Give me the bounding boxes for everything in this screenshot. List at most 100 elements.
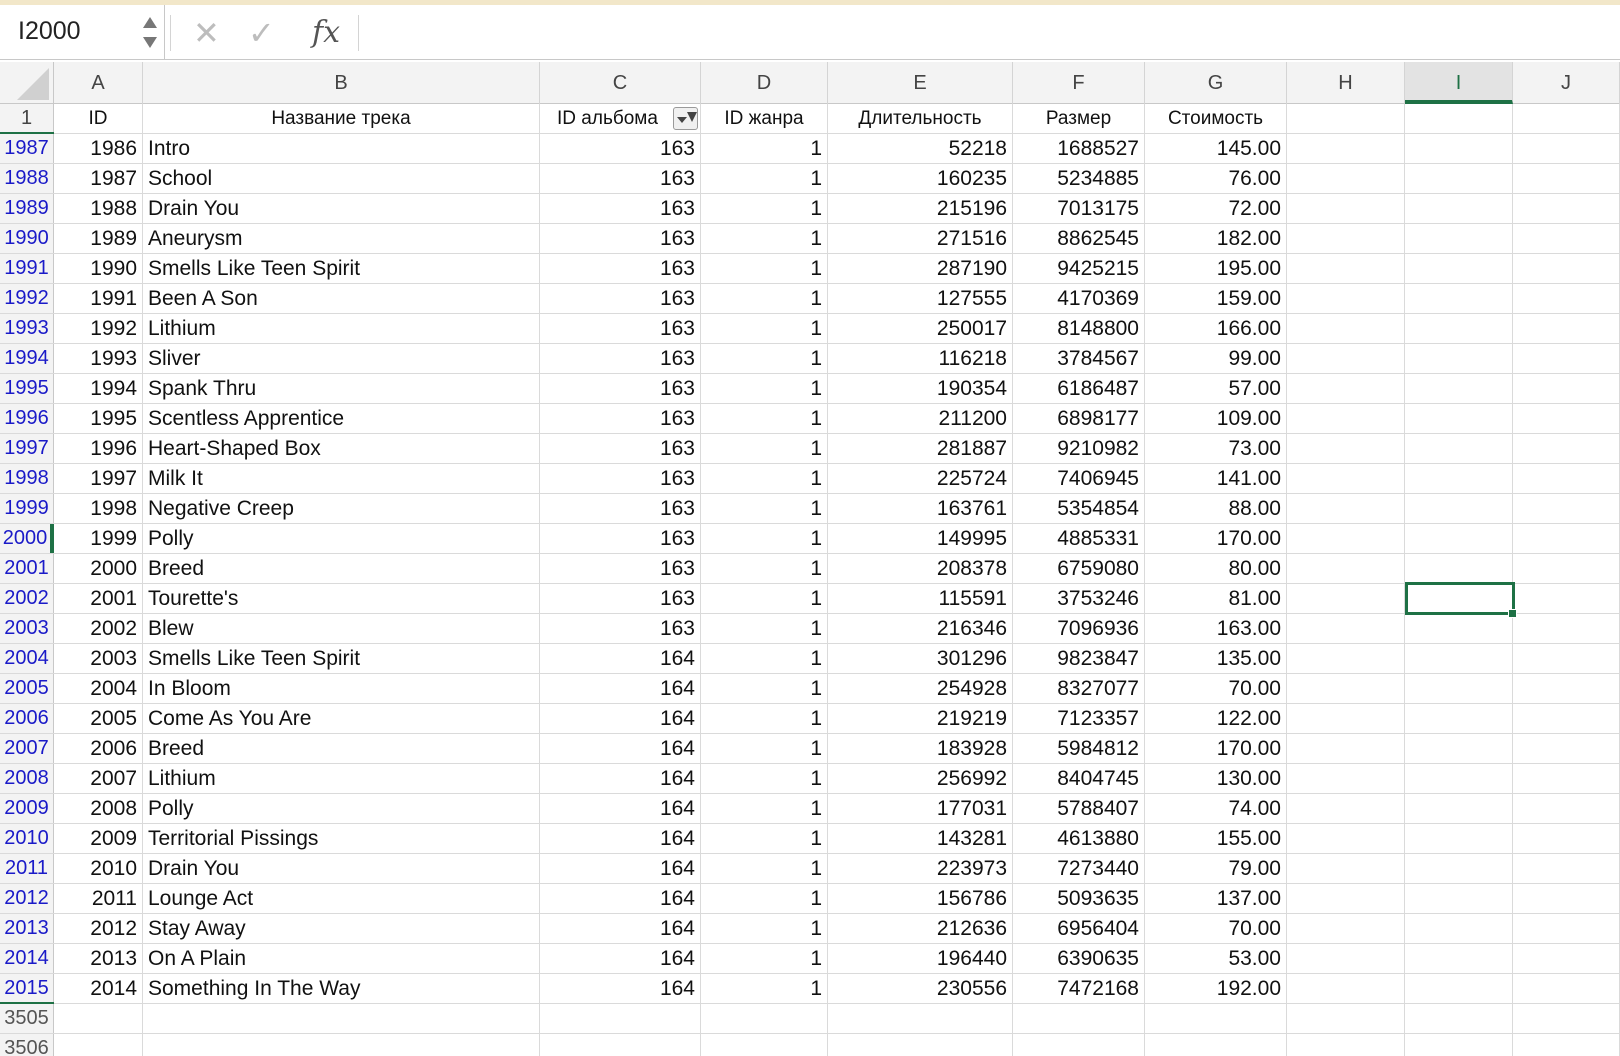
- table-cell[interactable]: 7123357: [1013, 704, 1145, 733]
- table-cell[interactable]: 170.00: [1145, 524, 1287, 553]
- select-all-button[interactable]: [0, 62, 54, 104]
- table-cell[interactable]: 115591: [828, 584, 1013, 613]
- table-cell[interactable]: [1013, 1034, 1145, 1056]
- table-cell[interactable]: Aneurysm: [143, 224, 540, 253]
- table-cell[interactable]: 163: [540, 554, 701, 583]
- table-cell[interactable]: 137.00: [1145, 884, 1287, 913]
- table-cell[interactable]: Drain You: [143, 194, 540, 223]
- table-cell[interactable]: [1287, 344, 1405, 373]
- table-cell[interactable]: 156786: [828, 884, 1013, 913]
- table-cell[interactable]: 6186487: [1013, 374, 1145, 403]
- table-cell[interactable]: [1287, 884, 1405, 913]
- row-number[interactable]: 2001: [0, 554, 54, 583]
- table-cell[interactable]: [1287, 854, 1405, 883]
- row-number[interactable]: 1996: [0, 404, 54, 433]
- table-cell[interactable]: Milk It: [143, 464, 540, 493]
- table-cell[interactable]: 1: [701, 974, 828, 1003]
- row-number[interactable]: 3505: [0, 1004, 54, 1033]
- table-cell[interactable]: 1999: [54, 524, 143, 553]
- table-cell[interactable]: 163: [540, 584, 701, 613]
- table-cell[interactable]: 219219: [828, 704, 1013, 733]
- table-cell[interactable]: 164: [540, 794, 701, 823]
- table-cell[interactable]: 1988: [54, 194, 143, 223]
- table-cell[interactable]: [1405, 734, 1513, 763]
- table-cell[interactable]: 1: [701, 794, 828, 823]
- name-box[interactable]: I2000: [0, 5, 165, 60]
- table-cell[interactable]: 1993: [54, 344, 143, 373]
- table-cell[interactable]: [828, 1004, 1013, 1033]
- table-cell[interactable]: 164: [540, 944, 701, 973]
- table-cell[interactable]: [143, 1034, 540, 1056]
- table-cell[interactable]: 5984812: [1013, 734, 1145, 763]
- table-cell[interactable]: 73.00: [1145, 434, 1287, 463]
- table-cell[interactable]: [1405, 314, 1513, 343]
- table-cell[interactable]: 1: [701, 704, 828, 733]
- table-cell[interactable]: [1405, 614, 1513, 643]
- table-cell[interactable]: 1: [701, 194, 828, 223]
- table-cell[interactable]: [1513, 194, 1620, 223]
- column-title-cell[interactable]: Размер: [1013, 104, 1145, 133]
- table-cell[interactable]: [1287, 464, 1405, 493]
- table-cell[interactable]: 7013175: [1013, 194, 1145, 223]
- table-cell[interactable]: 215196: [828, 194, 1013, 223]
- table-cell[interactable]: 1: [701, 404, 828, 433]
- table-cell[interactable]: 1: [701, 584, 828, 613]
- table-cell[interactable]: [1405, 164, 1513, 193]
- table-cell[interactable]: 164: [540, 884, 701, 913]
- table-cell[interactable]: 212636: [828, 914, 1013, 943]
- table-cell[interactable]: [1405, 554, 1513, 583]
- table-cell[interactable]: 225724: [828, 464, 1013, 493]
- table-cell[interactable]: 230556: [828, 974, 1013, 1003]
- table-cell[interactable]: 1: [701, 314, 828, 343]
- table-cell[interactable]: 1: [701, 134, 828, 163]
- table-cell[interactable]: 2012: [54, 914, 143, 943]
- table-cell[interactable]: 130.00: [1145, 764, 1287, 793]
- row-number[interactable]: 2000: [0, 524, 54, 553]
- table-cell[interactable]: 9210982: [1013, 434, 1145, 463]
- table-cell[interactable]: Lounge Act: [143, 884, 540, 913]
- table-cell[interactable]: 195.00: [1145, 254, 1287, 283]
- table-cell[interactable]: 1: [701, 494, 828, 523]
- table-cell[interactable]: [1287, 764, 1405, 793]
- table-cell[interactable]: [1513, 434, 1620, 463]
- table-cell[interactable]: 2004: [54, 674, 143, 703]
- table-cell[interactable]: 109.00: [1145, 404, 1287, 433]
- chevron-down-icon[interactable]: [143, 37, 157, 48]
- table-cell[interactable]: [1513, 974, 1620, 1003]
- table-cell[interactable]: 5788407: [1013, 794, 1145, 823]
- table-cell[interactable]: Sliver: [143, 344, 540, 373]
- table-cell[interactable]: Come As You Are: [143, 704, 540, 733]
- table-cell[interactable]: [1405, 644, 1513, 673]
- row-number[interactable]: 1993: [0, 314, 54, 343]
- table-cell[interactable]: 163: [540, 194, 701, 223]
- table-cell[interactable]: 7472168: [1013, 974, 1145, 1003]
- table-cell[interactable]: 2011: [54, 884, 143, 913]
- table-cell[interactable]: 4170369: [1013, 284, 1145, 313]
- table-cell[interactable]: [1405, 824, 1513, 853]
- table-cell[interactable]: 163: [540, 344, 701, 373]
- table-cell[interactable]: Intro: [143, 134, 540, 163]
- table-cell[interactable]: 1: [701, 944, 828, 973]
- table-cell[interactable]: 160235: [828, 164, 1013, 193]
- table-cell[interactable]: 208378: [828, 554, 1013, 583]
- table-cell[interactable]: [1513, 314, 1620, 343]
- table-cell[interactable]: Polly: [143, 794, 540, 823]
- table-cell[interactable]: 190354: [828, 374, 1013, 403]
- table-cell[interactable]: 88.00: [1145, 494, 1287, 523]
- row-number[interactable]: 1997: [0, 434, 54, 463]
- column-header-d[interactable]: D: [701, 62, 828, 104]
- table-cell[interactable]: 163: [540, 254, 701, 283]
- table-cell[interactable]: [1513, 374, 1620, 403]
- table-cell[interactable]: 1997: [54, 464, 143, 493]
- table-cell[interactable]: 1986: [54, 134, 143, 163]
- table-cell[interactable]: [1513, 554, 1620, 583]
- column-header-g[interactable]: G: [1145, 62, 1287, 104]
- table-cell[interactable]: [1405, 434, 1513, 463]
- table-cell[interactable]: [1513, 404, 1620, 433]
- table-cell[interactable]: [1287, 914, 1405, 943]
- row-number[interactable]: 1: [0, 104, 54, 136]
- table-cell[interactable]: 122.00: [1145, 704, 1287, 733]
- table-cell[interactable]: 5234885: [1013, 164, 1145, 193]
- table-cell[interactable]: [1513, 734, 1620, 763]
- row-number[interactable]: 2013: [0, 914, 54, 943]
